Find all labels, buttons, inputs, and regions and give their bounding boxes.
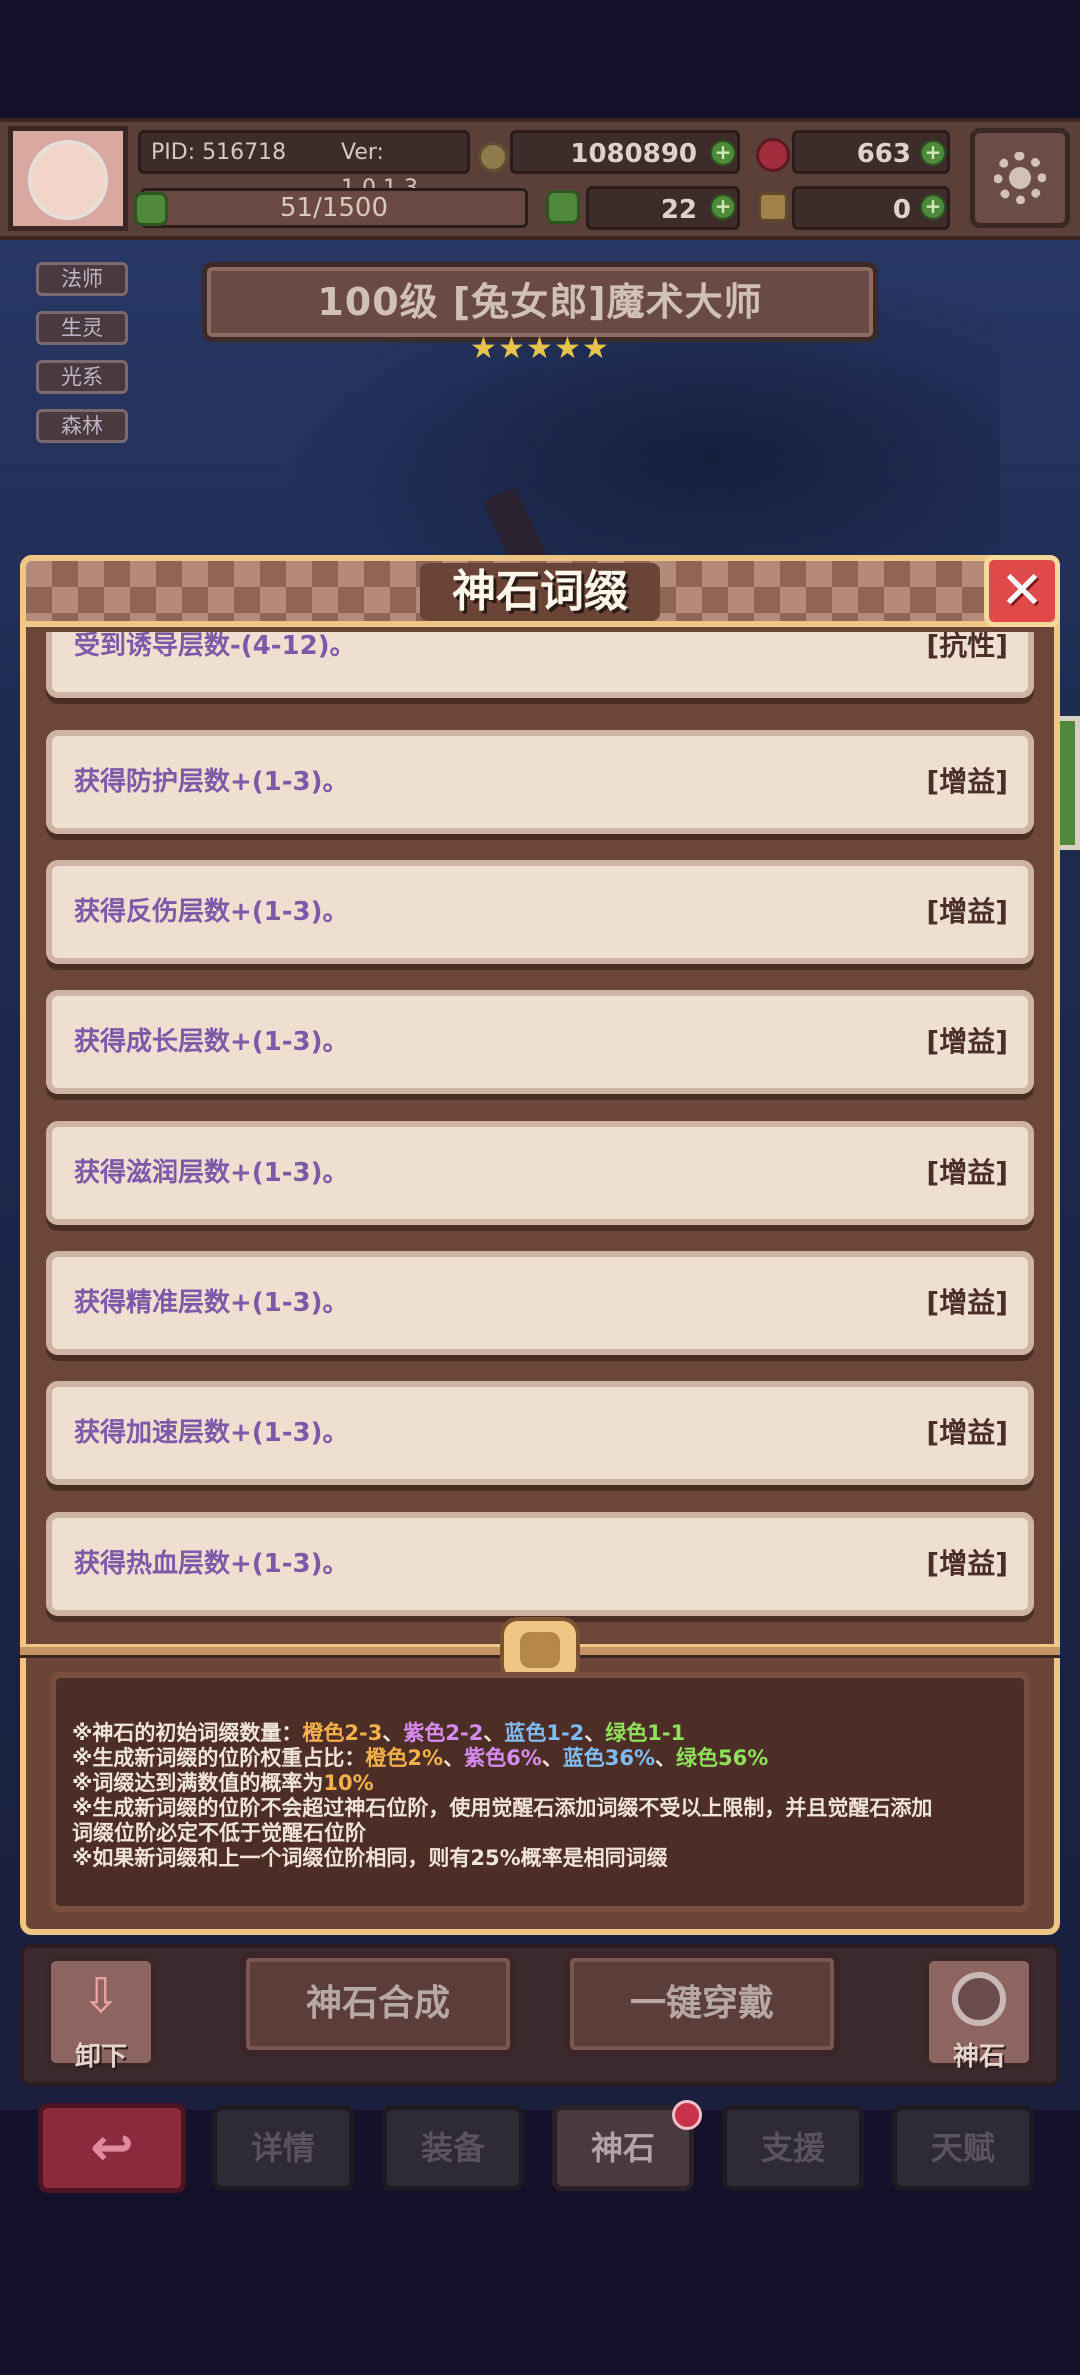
unequip-label: 卸下 (74, 2042, 127, 2072)
list-item: 获得滋润层数+(1-3)。 [增益] (46, 1121, 1034, 1225)
key-value: 0 (892, 195, 911, 225)
affix-list[interactable]: 受到诱导层数-(4-12)。 [抗性] 获得防护层数+(1-3)。 [增益] 获… (36, 632, 1044, 1647)
exp-bar: 51/1500 (140, 188, 528, 228)
energy-clover-icon (134, 192, 168, 226)
tag-element: 光系 (36, 360, 128, 394)
affix-type: [增益] (926, 1286, 1008, 1319)
note-max-chance: ※词缀达到满数值的概率为10% (72, 1771, 374, 1795)
tab-support[interactable]: 支援 (722, 2105, 864, 2191)
pid-label: PID: 516718 (151, 140, 287, 165)
affix-type: [增益] (926, 765, 1008, 798)
gold-value: 1080890 (570, 139, 697, 169)
list-item: 获得精准层数+(1-3)。 [增益] (46, 1251, 1034, 1355)
hero-title: 100级 [兔女郎]魔术大师 (317, 280, 763, 324)
modal-title: 神石词缀 (452, 566, 628, 617)
star-icon: ★ (582, 331, 609, 366)
affix-description: 获得反伤层数+(1-3)。 (74, 897, 349, 927)
notification-dot (672, 2100, 702, 2130)
note-tier-limit: ※生成新词缀的位阶不会超过神石位阶，使用觉醒石添加词缀不受以上限制，并且觉醒石添… (72, 1796, 933, 1820)
affix-type: [增益] (926, 895, 1008, 928)
divider-ornament-core (520, 1632, 560, 1668)
close-icon[interactable]: ✕ (984, 555, 1060, 627)
add-key-plus-icon[interactable]: + (920, 194, 946, 220)
star-icon: ★ (498, 331, 525, 366)
affix-description: 获得热血层数+(1-3)。 (74, 1549, 349, 1579)
gem-value: 663 (856, 139, 911, 169)
tab-equipment[interactable]: 装备 (382, 2105, 524, 2191)
synthesize-button[interactable]: 神石合成 (240, 1952, 516, 2056)
tab-details[interactable]: 详情 (212, 2105, 354, 2191)
tag-race: 生灵 (36, 311, 128, 345)
list-item: 获得防护层数+(1-3)。 [增益] (46, 730, 1034, 834)
clover-value: 22 (660, 195, 697, 225)
affix-type: [增益] (926, 1156, 1008, 1189)
affix-description: 获得滋润层数+(1-3)。 (74, 1158, 349, 1188)
stone-icon (952, 1972, 1006, 2026)
gear-icon-core (1009, 167, 1031, 189)
down-arrow-icon: ⇩ (80, 1968, 122, 2024)
star-icon: ★ (526, 331, 553, 366)
note-tier-weights: ※生成新词缀的位阶权重占比：橙色2%、紫色6%、蓝色36%、绿色56% (72, 1746, 769, 1770)
clover-icon (546, 190, 580, 224)
note-same-affix: ※如果新词缀和上一个词缀位阶相同，则有25%概率是相同词缀 (72, 1846, 668, 1870)
add-gem-plus-icon[interactable]: + (920, 140, 946, 166)
affix-type: [抗性] (926, 632, 1008, 662)
affix-description: 获得精准层数+(1-3)。 (74, 1288, 349, 1318)
back-button[interactable]: ↩ (38, 2103, 186, 2193)
gem-icon (756, 138, 790, 172)
affix-description: 获得加速层数+(1-3)。 (74, 1418, 349, 1448)
affix-type: [增益] (926, 1416, 1008, 1449)
affix-description: 受到诱导层数-(4-12)。 (74, 632, 356, 661)
equip-all-button[interactable]: 一键穿戴 (564, 1952, 840, 2056)
list-item: 获得加速层数+(1-3)。 [增益] (46, 1381, 1034, 1485)
note-initial-count: ※神石的初始词缀数量：橙色2-3、紫色2-2、蓝色1-2、绿色1-1 (72, 1721, 686, 1745)
pid-version-box: PID: 516718 Ver: 1.0.1.3 (138, 130, 470, 201)
stone-label: 神石 (952, 2042, 1005, 2072)
tag-terrain: 森林 (36, 409, 128, 443)
star-icon: ★ (470, 331, 497, 366)
avatar-portrait (28, 140, 108, 220)
star-icon: ★ (554, 331, 581, 366)
key-icon (758, 192, 788, 222)
list-item: 获得成长层数+(1-3)。 [增益] (46, 990, 1034, 1094)
add-gold-plus-icon[interactable]: + (710, 140, 736, 166)
affix-type: [增益] (926, 1025, 1008, 1058)
list-item: 获得反伤层数+(1-3)。 [增益] (46, 860, 1034, 964)
coin-icon (478, 142, 508, 172)
list-item: 获得热血层数+(1-3)。 [增益] (46, 1512, 1034, 1616)
add-clover-plus-icon[interactable]: + (710, 194, 736, 220)
exp-value: 51/1500 (279, 193, 388, 223)
action-panel (20, 1944, 1060, 2086)
note-tier-limit-cont: 词缀位阶必定不低于觉醒石位阶 (72, 1821, 366, 1845)
affix-type: [增益] (926, 1547, 1008, 1580)
list-item: 受到诱导层数-(4-12)。 [抗性] (46, 632, 1034, 698)
tag-class: 法师 (36, 262, 128, 296)
tab-talent[interactable]: 天赋 (892, 2105, 1034, 2191)
gold-box: 1080890 (510, 130, 740, 174)
affix-description: 获得防护层数+(1-3)。 (74, 767, 349, 797)
affix-description: 获得成长层数+(1-3)。 (74, 1027, 349, 1057)
